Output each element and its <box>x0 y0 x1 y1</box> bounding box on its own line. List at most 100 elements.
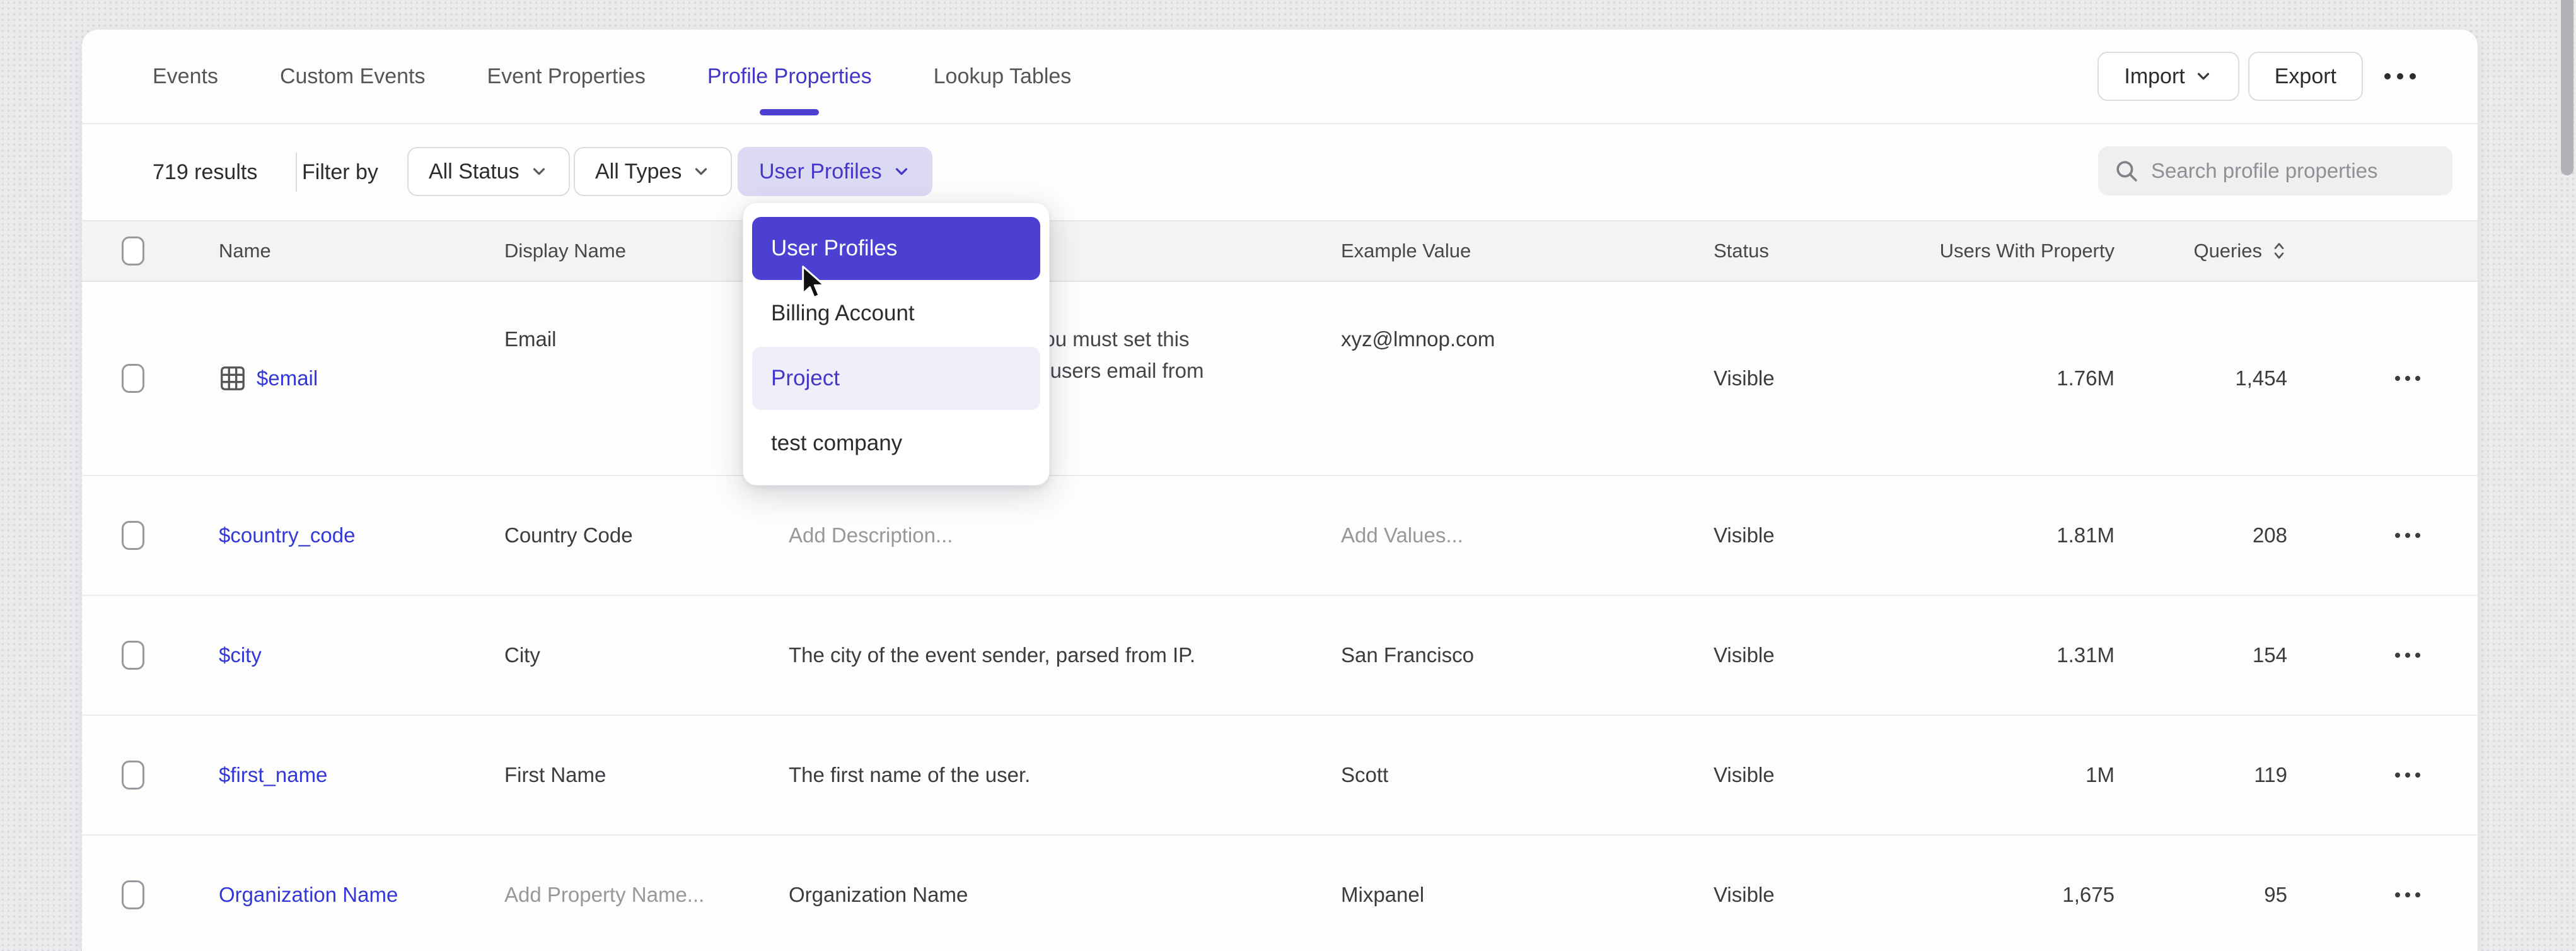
dropdown-item-billing-account[interactable]: Billing Account <box>752 282 1040 345</box>
example-value-cell[interactable]: Mixpanel <box>1341 836 1714 951</box>
type-filter-dropdown[interactable]: All Types <box>574 147 732 196</box>
grid-table-icon <box>219 365 247 392</box>
row-more-button[interactable] <box>2287 282 2478 475</box>
tab-lookup-tables[interactable]: Lookup Tables <box>934 64 1072 89</box>
display-name-cell[interactable]: First Name <box>504 716 789 834</box>
dropdown-item-user-profiles[interactable]: User Profiles <box>752 217 1040 280</box>
tab-profile-properties[interactable]: Profile Properties <box>707 64 872 89</box>
import-button-label: Import <box>2124 64 2184 89</box>
row-checkbox[interactable] <box>122 880 144 909</box>
search-icon <box>2113 158 2140 184</box>
table-row: $first_name First Name The first name of… <box>82 716 2478 836</box>
table-header: Name Display Name Description Example Va… <box>82 220 2478 282</box>
ellipsis-icon <box>2395 533 2400 538</box>
tab-events[interactable]: Events <box>153 64 218 89</box>
property-name-link[interactable]: $first_name <box>219 763 327 787</box>
type-filter-label: All Types <box>595 160 682 184</box>
row-checkbox[interactable] <box>122 761 144 790</box>
header-queries-label: Queries <box>2193 240 2262 262</box>
chevron-down-icon <box>692 162 711 181</box>
row-checkbox[interactable] <box>122 521 144 550</box>
example-value-cell[interactable]: Scott <box>1341 716 1714 834</box>
display-name-cell[interactable]: City <box>504 596 789 715</box>
export-button[interactable]: Export <box>2248 52 2363 101</box>
divider <box>296 153 297 192</box>
property-name-link[interactable]: $country_code <box>219 523 355 547</box>
ellipsis-icon <box>2384 73 2391 79</box>
row-more-button[interactable] <box>2287 716 2478 834</box>
description-cell[interactable]: Organization Name <box>789 836 1341 951</box>
queries-cell: 95 <box>2115 836 2287 951</box>
status-cell[interactable]: Visible <box>1714 716 1920 834</box>
users-with-property-cell: 1M <box>1920 716 2115 834</box>
row-checkbox[interactable] <box>122 641 144 670</box>
tab-event-properties[interactable]: Event Properties <box>487 64 645 89</box>
queries-cell: 1,454 <box>2115 282 2287 475</box>
chevron-down-icon <box>530 162 548 181</box>
more-actions-button[interactable] <box>2363 73 2437 79</box>
status-cell[interactable]: Visible <box>1714 476 1920 595</box>
header-name[interactable]: Name <box>219 221 504 281</box>
header-users-with-property[interactable]: Users With Property <box>1920 221 2115 281</box>
filter-bar: 719 results Filter by All Status All Typ… <box>82 124 2478 220</box>
example-value-cell[interactable]: Add Values... <box>1341 476 1714 595</box>
ellipsis-icon <box>2395 376 2400 381</box>
example-value-cell[interactable]: xyz@lmnop.com <box>1341 282 1714 475</box>
header-queries[interactable]: Queries <box>2115 221 2287 281</box>
tab-custom-events[interactable]: Custom Events <box>280 64 426 89</box>
property-name-link[interactable]: $city <box>219 643 262 667</box>
search-input[interactable] <box>2151 159 2437 183</box>
table-row: Organization Name Add Property Name... O… <box>82 836 2478 951</box>
table-row: $city City The city of the event sender,… <box>82 596 2478 716</box>
header-status[interactable]: Status <box>1714 221 1920 281</box>
table-body: $email Email The user's email address. Y… <box>82 282 2478 951</box>
display-name-cell[interactable]: Country Code <box>504 476 789 595</box>
select-all-checkbox[interactable] <box>122 236 144 265</box>
tab-profile-properties-label: Profile Properties <box>707 64 872 88</box>
ellipsis-icon <box>2395 892 2400 897</box>
chevron-down-icon <box>892 162 911 181</box>
users-with-property-cell: 1.76M <box>1920 282 2115 475</box>
table-row: $email Email The user's email address. Y… <box>82 282 2478 476</box>
display-name-cell[interactable]: Add Property Name... <box>504 836 789 951</box>
entity-filter-label: User Profiles <box>759 160 882 184</box>
search-box <box>2098 146 2452 195</box>
property-name-link[interactable]: Organization Name <box>219 883 398 907</box>
tabs: Events Custom Events Event Properties Pr… <box>153 30 1071 123</box>
queries-cell: 154 <box>2115 596 2287 715</box>
row-more-button[interactable] <box>2287 476 2478 595</box>
users-with-property-cell: 1.81M <box>1920 476 2115 595</box>
ellipsis-icon <box>2395 653 2400 658</box>
dropdown-item-project[interactable]: Project <box>752 347 1040 410</box>
description-cell[interactable]: Add Description... <box>789 476 1341 595</box>
status-cell[interactable]: Visible <box>1714 596 1920 715</box>
dropdown-item-test-company[interactable]: test company <box>752 412 1040 475</box>
description-cell[interactable]: The city of the event sender, parsed fro… <box>789 596 1341 715</box>
queries-cell: 208 <box>2115 476 2287 595</box>
active-tab-underline <box>760 109 819 115</box>
row-more-button[interactable] <box>2287 596 2478 715</box>
status-filter-label: All Status <box>429 160 519 184</box>
status-filter-dropdown[interactable]: All Status <box>407 147 570 196</box>
status-cell[interactable]: Visible <box>1714 836 1920 951</box>
chevron-down-icon <box>2194 67 2213 86</box>
filter-by-label: Filter by <box>302 124 378 220</box>
scrollbar-thumb[interactable] <box>2561 0 2573 175</box>
import-button[interactable]: Import <box>2097 52 2239 101</box>
row-checkbox[interactable] <box>122 364 144 393</box>
profile-properties-panel: Events Custom Events Event Properties Pr… <box>82 30 2478 951</box>
export-button-label: Export <box>2275 64 2336 89</box>
users-with-property-cell: 1.31M <box>1920 596 2115 715</box>
table-row: $country_code Country Code Add Descripti… <box>82 476 2478 596</box>
queries-cell: 119 <box>2115 716 2287 834</box>
mouse-cursor <box>799 265 827 301</box>
property-name-link[interactable]: $email <box>257 366 318 390</box>
status-cell[interactable]: Visible <box>1714 282 1920 475</box>
header-example-value[interactable]: Example Value <box>1341 221 1714 281</box>
example-value-cell[interactable]: San Francisco <box>1341 596 1714 715</box>
users-with-property-cell: 1,675 <box>1920 836 2115 951</box>
entity-filter-dropdown[interactable]: User Profiles <box>738 147 932 196</box>
row-more-button[interactable] <box>2287 836 2478 951</box>
description-cell[interactable]: The first name of the user. <box>789 716 1341 834</box>
sort-icon[interactable] <box>2271 240 2287 262</box>
